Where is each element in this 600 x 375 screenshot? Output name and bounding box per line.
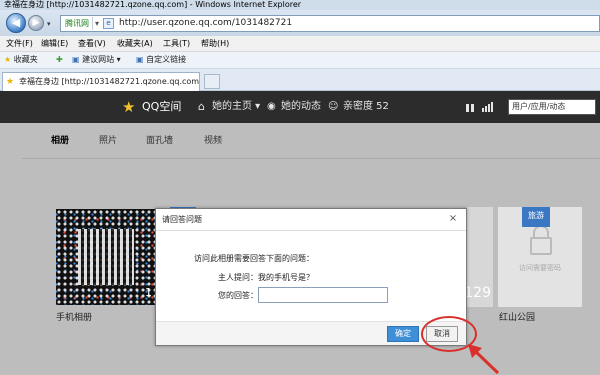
tab-albums[interactable]: 相册	[51, 123, 69, 159]
favorites-bar: ★ 收藏夹 ✚ ▣ 建议网站 ▾ ▣ 自定义链接	[0, 52, 600, 69]
close-icon[interactable]: ×	[446, 212, 460, 226]
album-cover-mobile[interactable]: 1	[56, 209, 156, 305]
dialog-question: 主人提问：我的手机号是？	[218, 273, 314, 282]
volume-bar-2	[485, 106, 487, 112]
favorites-button[interactable]: ★ 收藏夹	[4, 52, 38, 68]
nav-her-feed[interactable]: 她的动态	[281, 91, 321, 123]
qzone-header: ★ QQ空间 ⌂ 她的主页 ▾ ◉ 她的动态 ☺ 亲密度 52 用户/应用/动态	[0, 91, 600, 123]
user-icon: ◉	[267, 101, 276, 112]
custom-links-link[interactable]: ▣ 自定义链接	[136, 52, 186, 68]
favorites-star-icon: ★	[4, 55, 12, 64]
tab-label: 幸福在身边 [http://1031482721.qzone.qq.com]	[19, 77, 200, 86]
qzone-star-icon: ★	[122, 98, 136, 116]
album-title-hongshan[interactable]: 红山公园	[499, 310, 535, 323]
address-bar[interactable]: 腾讯网 ▾ e http://user.qzone.qq.com/1031482…	[60, 15, 600, 32]
address-row: ◀ ▶ ▾ 腾讯网 ▾ e http://user.qzone.qq.com/1…	[0, 10, 600, 36]
window-title: 幸福在身边 [http://1031482721.qzone.qq.com] -…	[4, 0, 302, 9]
tab-videos[interactable]: 视频	[204, 123, 222, 159]
album-tag-travel: 旅游	[522, 207, 550, 227]
tab-photos[interactable]: 照片	[99, 123, 117, 159]
lock-icon	[530, 237, 552, 255]
browser-tab-active[interactable]: ★ 幸福在身边 [http://1031482721.qzone.qq.com]	[2, 72, 200, 91]
menu-favorites[interactable]: 收藏夹(A)	[117, 36, 153, 51]
page-favicon-icon: e	[103, 18, 114, 29]
answer-input[interactable]	[258, 287, 388, 303]
answer-label: 您的回答：	[218, 291, 258, 300]
volume-bar-4	[491, 102, 493, 112]
intimacy-icon: ☺	[328, 101, 339, 112]
nav-her-home[interactable]: 她的主页 ▾	[212, 91, 260, 123]
suggested-sites-label: 建议网站 ▾	[82, 55, 121, 64]
menu-help[interactable]: 帮助(H)	[201, 36, 229, 51]
menu-edit[interactable]: 编辑(E)	[41, 36, 68, 51]
menu-file[interactable]: 文件(F)	[6, 36, 33, 51]
album-cover-locked[interactable]: 129	[464, 207, 493, 307]
qzone-logo[interactable]: QQ空间	[142, 91, 181, 123]
qr-code-image	[78, 229, 134, 285]
compat-icon[interactable]: ▾	[95, 17, 99, 30]
tab-row: ★ 幸福在身边 [http://1031482721.qzone.qq.com]	[0, 69, 600, 91]
tab-face-wall[interactable]: 面孔墙	[146, 123, 173, 159]
album-title-mobile[interactable]: 手机相册	[56, 310, 92, 323]
qzone-search-input[interactable]: 用户/应用/动态	[508, 99, 596, 115]
volume-icon[interactable]	[482, 108, 484, 112]
menu-tools[interactable]: 工具(T)	[163, 36, 190, 51]
menu-view[interactable]: 查看(V)	[78, 36, 106, 51]
window-title-bar: 幸福在身边 [http://1031482721.qzone.qq.com] -…	[0, 0, 600, 10]
pause-icon-bar	[471, 104, 474, 112]
album-subnav: 相册 照片 面孔墙 视频	[22, 123, 600, 159]
locked-text: 访问需要密码	[519, 264, 561, 272]
tab-star-icon: ★	[6, 77, 15, 87]
ok-button[interactable]: 确定	[387, 326, 419, 342]
arrow-annotation-icon	[468, 344, 500, 375]
forward-icon[interactable]: ▶	[28, 15, 44, 31]
custom-links-icon: ▣	[136, 55, 144, 64]
pause-icon[interactable]	[466, 104, 469, 112]
answer-question-dialog: 请回答问题 × 访问此相册需要回答下面的问题： 主人提问：我的手机号是？ 您的回…	[155, 208, 467, 346]
lock-shackle	[533, 225, 549, 239]
favorites-label: 收藏夹	[13, 55, 38, 64]
site-badge: 腾讯网	[62, 17, 93, 30]
suggested-sites-icon: ▣	[72, 55, 80, 64]
home-icon: ⌂	[198, 100, 205, 113]
album-count-locked: 129	[464, 285, 491, 301]
add-favorite-icon[interactable]: ✚	[56, 52, 63, 68]
custom-links-label: 自定义链接	[146, 55, 187, 64]
new-tab-button[interactable]	[204, 74, 220, 89]
dialog-title: 请回答问题	[156, 209, 466, 231]
nav-intimacy[interactable]: 亲密度 52	[343, 91, 389, 123]
menu-bar: 文件(F) 编辑(E) 查看(V) 收藏夹(A) 工具(T) 帮助(H)	[0, 36, 600, 52]
volume-bar-3	[488, 104, 490, 112]
history-dropdown-icon[interactable]: ▾	[47, 20, 51, 28]
suggested-sites-link[interactable]: ▣ 建议网站 ▾	[72, 52, 121, 68]
url-text[interactable]: http://user.qzone.qq.com/1031482721	[119, 17, 292, 30]
back-icon[interactable]: ◀	[6, 13, 26, 33]
dialog-footer: 确定 取消	[156, 321, 466, 345]
album-count-mobile: 1	[145, 286, 152, 299]
dialog-intro: 访问此相册需要回答下面的问题：	[194, 254, 314, 263]
